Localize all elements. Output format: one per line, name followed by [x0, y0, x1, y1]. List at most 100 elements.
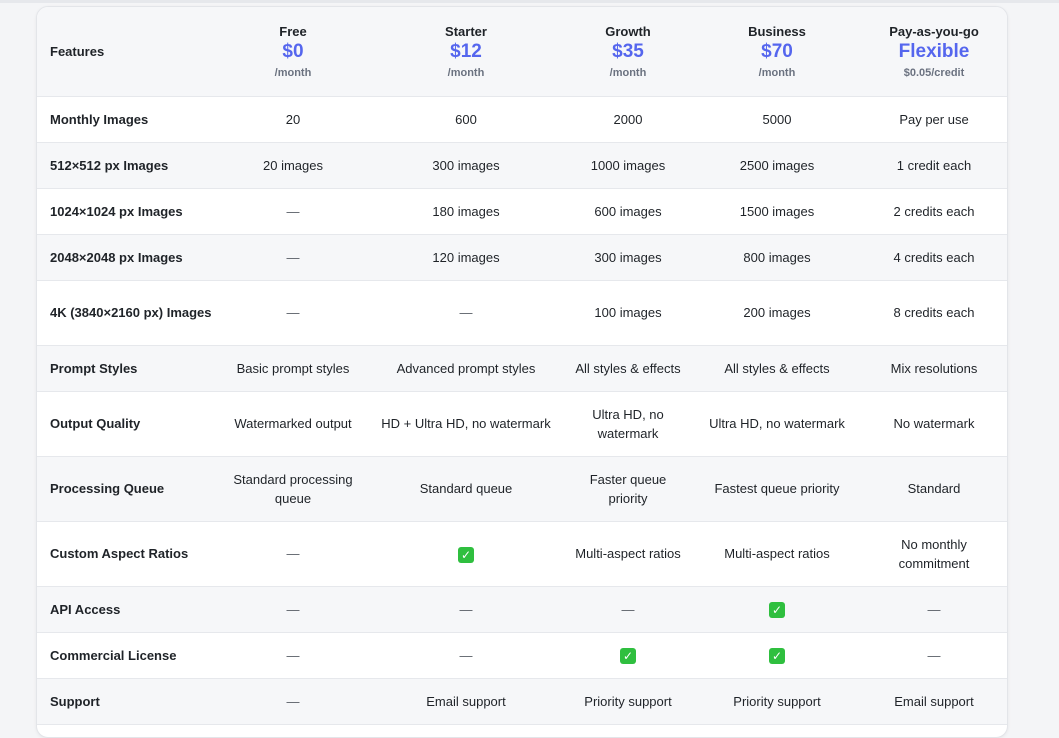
cell-business: All styles & effects	[724, 360, 830, 376]
plan-name: Free	[279, 23, 307, 39]
table-body: Monthly Images 20 600 2000 5000 Pay per use 51…	[37, 96, 1007, 724]
table-row: Processing Queue Standard processing queu…	[37, 456, 1007, 521]
plan-header-pay-as-you-go: Pay-as-you-go Flexible $0.05/credit	[861, 7, 1007, 96]
feature-label: Commercial License	[50, 647, 177, 663]
cell-starter: Standard queue	[419, 481, 513, 496]
plan-price: $35	[612, 40, 644, 62]
pricing-comparison-table: Features Free $0 /month Starter $12 /mon…	[37, 7, 1007, 725]
not-included-dash: —	[286, 693, 300, 709]
cell-pay-as-you-go: No watermark	[893, 416, 975, 431]
table-row: Prompt Styles Basic prompt styles Advanced…	[37, 345, 1007, 391]
not-included-dash: —	[286, 601, 300, 617]
not-included-dash: —	[927, 647, 941, 663]
cell-growth: 300 images	[594, 249, 662, 265]
cell-pay-as-you-go: 1 credit each	[896, 157, 972, 173]
cell-starter: 180 images	[432, 203, 500, 219]
feature-label: 512×512 px Images	[50, 157, 169, 173]
plan-billing-unit: /month	[758, 66, 796, 79]
cell-free: Standard processing queue	[233, 471, 353, 506]
table-row: 4K (3840×2160 px) Images — — 100 images 200 …	[37, 280, 1007, 345]
not-included-dash: —	[927, 601, 941, 617]
cell-business: 1500 images	[739, 203, 815, 219]
feature-label: Monthly Images	[50, 111, 149, 127]
not-included-dash: —	[286, 249, 300, 265]
cell-starter: Email support	[426, 693, 506, 709]
plan-header-business: Business $70 /month	[693, 7, 861, 96]
table-header-row: Features Free $0 /month Starter $12 /mon…	[37, 7, 1007, 96]
feature-label: 1024×1024 px Images	[50, 203, 183, 219]
not-included-dash: —	[621, 601, 635, 617]
feature-label: Output Quality	[50, 416, 141, 431]
table-row: Monthly Images 20 600 2000 5000 Pay per use	[37, 96, 1007, 142]
table-row: Output Quality Watermarked output HD + Ult…	[37, 391, 1007, 456]
plan-price: Flexible	[898, 40, 970, 62]
not-included-dash: —	[286, 203, 300, 219]
cell-business: 5000	[762, 111, 792, 127]
cell-growth: 100 images	[594, 305, 662, 320]
cell-pay-as-you-go: 4 credits each	[893, 249, 975, 265]
plan-billing-unit: /month	[447, 66, 485, 79]
not-included-dash: —	[459, 647, 473, 663]
feature-label: Prompt Styles	[50, 360, 138, 376]
cell-business: Ultra HD, no watermark	[709, 416, 845, 431]
feature-label: Support	[50, 693, 100, 709]
not-included-dash: —	[286, 647, 300, 663]
cell-free: Basic prompt styles	[236, 360, 350, 376]
table-row: 512×512 px Images 20 images 300 images 1000…	[37, 142, 1007, 188]
plan-price: $12	[450, 40, 482, 62]
cell-business: Multi-aspect ratios	[724, 546, 830, 561]
cell-growth: Multi-aspect ratios	[575, 546, 681, 561]
cell-business: Priority support	[733, 693, 821, 709]
cell-growth: Priority support	[584, 693, 672, 709]
cell-growth: ✓	[563, 632, 693, 678]
plan-price: $70	[761, 40, 793, 62]
not-included-dash: —	[459, 601, 473, 617]
not-included-dash: —	[286, 546, 300, 561]
plan-billing-unit: /month	[274, 66, 312, 79]
cell-growth: 600 images	[594, 203, 662, 219]
cell-business: 800 images	[743, 249, 811, 265]
table-row: API Access — — — ✓ —	[37, 586, 1007, 632]
cell-pay-as-you-go: Mix resolutions	[890, 360, 978, 376]
not-included-dash: —	[459, 305, 473, 320]
plan-header-growth: Growth $35 /month	[563, 7, 693, 96]
cell-pay-as-you-go: 8 credits each	[893, 305, 975, 320]
plan-billing-unit: /month	[609, 66, 647, 79]
cell-business: Fastest queue priority	[714, 481, 840, 496]
feature-label: Processing Queue	[50, 481, 165, 496]
cell-pay-as-you-go: Email support	[894, 693, 974, 709]
plan-price: $0	[282, 40, 304, 62]
cell-starter: HD + Ultra HD, no watermark	[381, 416, 551, 431]
cell-pay-as-you-go: Standard	[907, 481, 961, 496]
cell-pay-as-you-go: Pay per use	[899, 111, 969, 127]
check-mark-icon: ✓	[769, 648, 785, 665]
cell-business: 2500 images	[739, 157, 815, 173]
check-mark-icon: ✓	[458, 546, 474, 563]
cell-starter: 300 images	[432, 157, 500, 173]
plan-header-starter: Starter $12 /month	[369, 7, 563, 96]
cell-growth: All styles & effects	[575, 360, 681, 376]
cell-business: 200 images	[743, 305, 811, 320]
cell-growth: Ultra HD, no watermark	[592, 406, 664, 441]
cell-pay-as-you-go: 2 credits each	[893, 203, 975, 219]
feature-label: API Access	[50, 601, 121, 617]
cell-growth: 1000 images	[590, 157, 666, 173]
plan-name: Business	[748, 23, 806, 39]
feature-label: Custom Aspect Ratios	[50, 546, 189, 561]
plan-name: Starter	[445, 23, 487, 39]
cell-free: 20	[285, 111, 301, 127]
cell-free: 20 images	[263, 157, 323, 173]
cell-business: ✓	[693, 632, 861, 678]
check-mark-icon: ✓	[620, 648, 636, 665]
cell-starter: 120 images	[432, 249, 500, 265]
table-row: 1024×1024 px Images — 180 images 600 images…	[37, 188, 1007, 234]
check-mark-icon: ✓	[769, 602, 785, 619]
feature-label: 4K (3840×2160 px) Images	[50, 305, 212, 320]
table-row: Custom Aspect Ratios — ✓ Multi-aspect ratio…	[37, 521, 1007, 586]
cell-business: ✓	[693, 586, 861, 632]
not-included-dash: —	[286, 305, 300, 320]
plan-header-free: Free $0 /month	[217, 7, 369, 96]
table-row: Support — Email support Priority support Pri…	[37, 678, 1007, 724]
cell-growth: 2000	[613, 111, 643, 127]
cell-starter: 600	[455, 111, 477, 127]
